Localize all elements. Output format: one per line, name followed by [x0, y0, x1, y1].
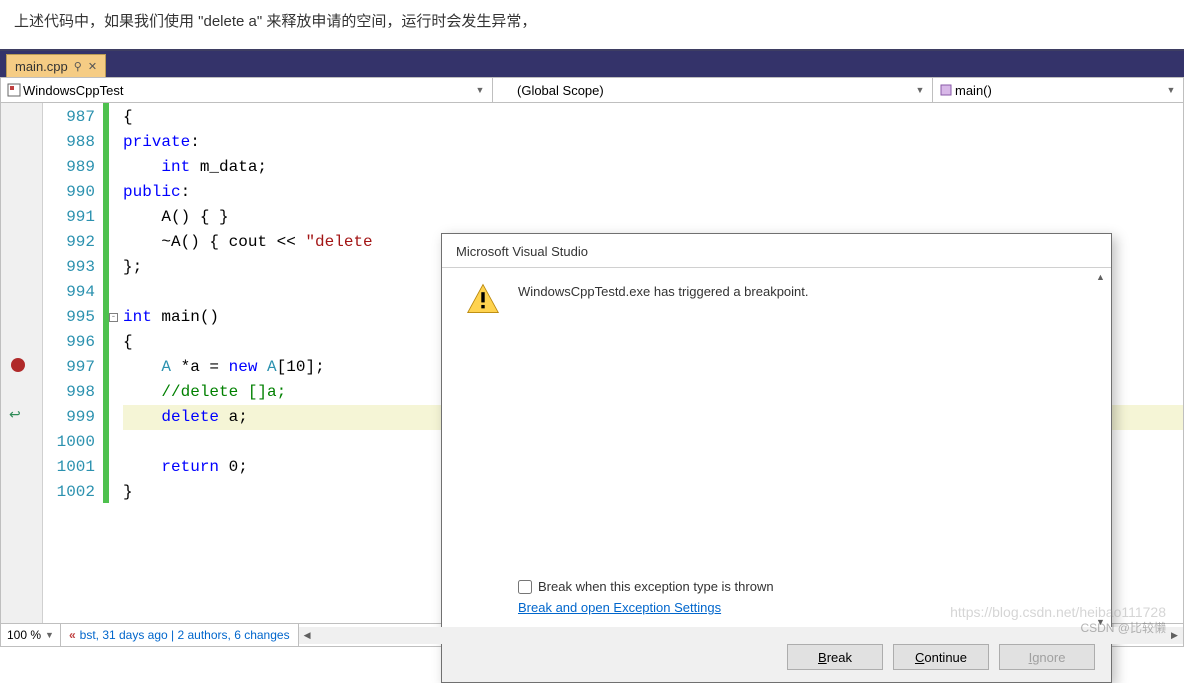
chevron-down-icon: ▼: [1163, 85, 1179, 95]
tab-strip: main.cpp ⚲ ✕: [0, 51, 1184, 77]
editor-area: ↩ 98798898999099199299399499599699799899…: [0, 103, 1184, 623]
scope-selector[interactable]: (Global Scope) ▼: [493, 78, 933, 102]
context-bar: WindowsCppTest ▼ (Global Scope) ▼ main()…: [0, 77, 1184, 103]
change-indicator: [103, 103, 109, 623]
tab-label: main.cpp: [15, 59, 68, 74]
line-number-gutter: 9879889899909919929939949959969979989991…: [43, 103, 103, 623]
function-icon: [937, 83, 955, 97]
break-on-throw-checkbox[interactable]: Break when this exception type is thrown: [518, 579, 1091, 594]
dialog-message: WindowsCppTestd.exe has triggered a brea…: [518, 282, 809, 299]
tab-main-cpp[interactable]: main.cpp ⚲ ✕: [6, 54, 106, 77]
dialog-body: WindowsCppTestd.exe has triggered a brea…: [442, 267, 1111, 631]
pin-icon[interactable]: ⚲: [74, 60, 82, 73]
dialog-scrollbar[interactable]: ▲ ▼: [1092, 272, 1109, 627]
project-selector[interactable]: WindowsCppTest ▼: [1, 78, 493, 102]
scroll-right-icon[interactable]: ▶: [1166, 627, 1183, 644]
chevron-down-icon: ▼: [912, 85, 928, 95]
scroll-left-icon[interactable]: ◀: [299, 627, 316, 644]
project-name: WindowsCppTest: [23, 83, 123, 98]
ide-window: main.cpp ⚲ ✕ WindowsCppTest ▼ (Global Sc…: [0, 49, 1184, 647]
zoom-selector[interactable]: 100 % ▼: [1, 624, 61, 646]
codelens-text: bst, 31 days ago | 2 authors, 6 changes: [80, 628, 290, 642]
exception-settings-link[interactable]: Break and open Exception Settings: [518, 600, 721, 615]
status-bar: 100 % ▼ « bst, 31 days ago | 2 authors, …: [0, 623, 1184, 647]
codelens-info[interactable]: « bst, 31 days ago | 2 authors, 6 change…: [61, 624, 299, 646]
close-icon[interactable]: ✕: [88, 60, 97, 73]
warning-icon: [466, 282, 500, 316]
scroll-up-icon[interactable]: ▲: [1096, 272, 1105, 282]
checkbox-input[interactable]: [518, 580, 532, 594]
chevron-down-icon: ▼: [472, 85, 488, 95]
exception-dialog: Microsoft Visual Studio WindowsCppTestd.…: [441, 233, 1112, 683]
chevron-down-icon: ▼: [45, 630, 54, 640]
horizontal-scrollbar[interactable]: ◀ ▶: [299, 627, 1183, 644]
codelens-icon: «: [69, 628, 76, 642]
scope-label: (Global Scope): [497, 83, 604, 98]
zoom-value: 100 %: [7, 628, 41, 642]
function-selector[interactable]: main() ▼: [933, 78, 1183, 102]
page-caption: 上述代码中，如果我们使用 "delete a" 来释放申请的空间，运行时会发生异…: [0, 0, 1184, 49]
outline-gutter[interactable]: -: [109, 103, 123, 623]
dialog-title: Microsoft Visual Studio: [442, 234, 1111, 267]
function-name: main(): [955, 83, 992, 98]
checkbox-label: Break when this exception type is thrown: [538, 579, 774, 594]
scroll-down-icon[interactable]: ▼: [1096, 617, 1105, 627]
project-icon: [5, 83, 23, 97]
breakpoint-margin[interactable]: ↩: [1, 103, 43, 623]
